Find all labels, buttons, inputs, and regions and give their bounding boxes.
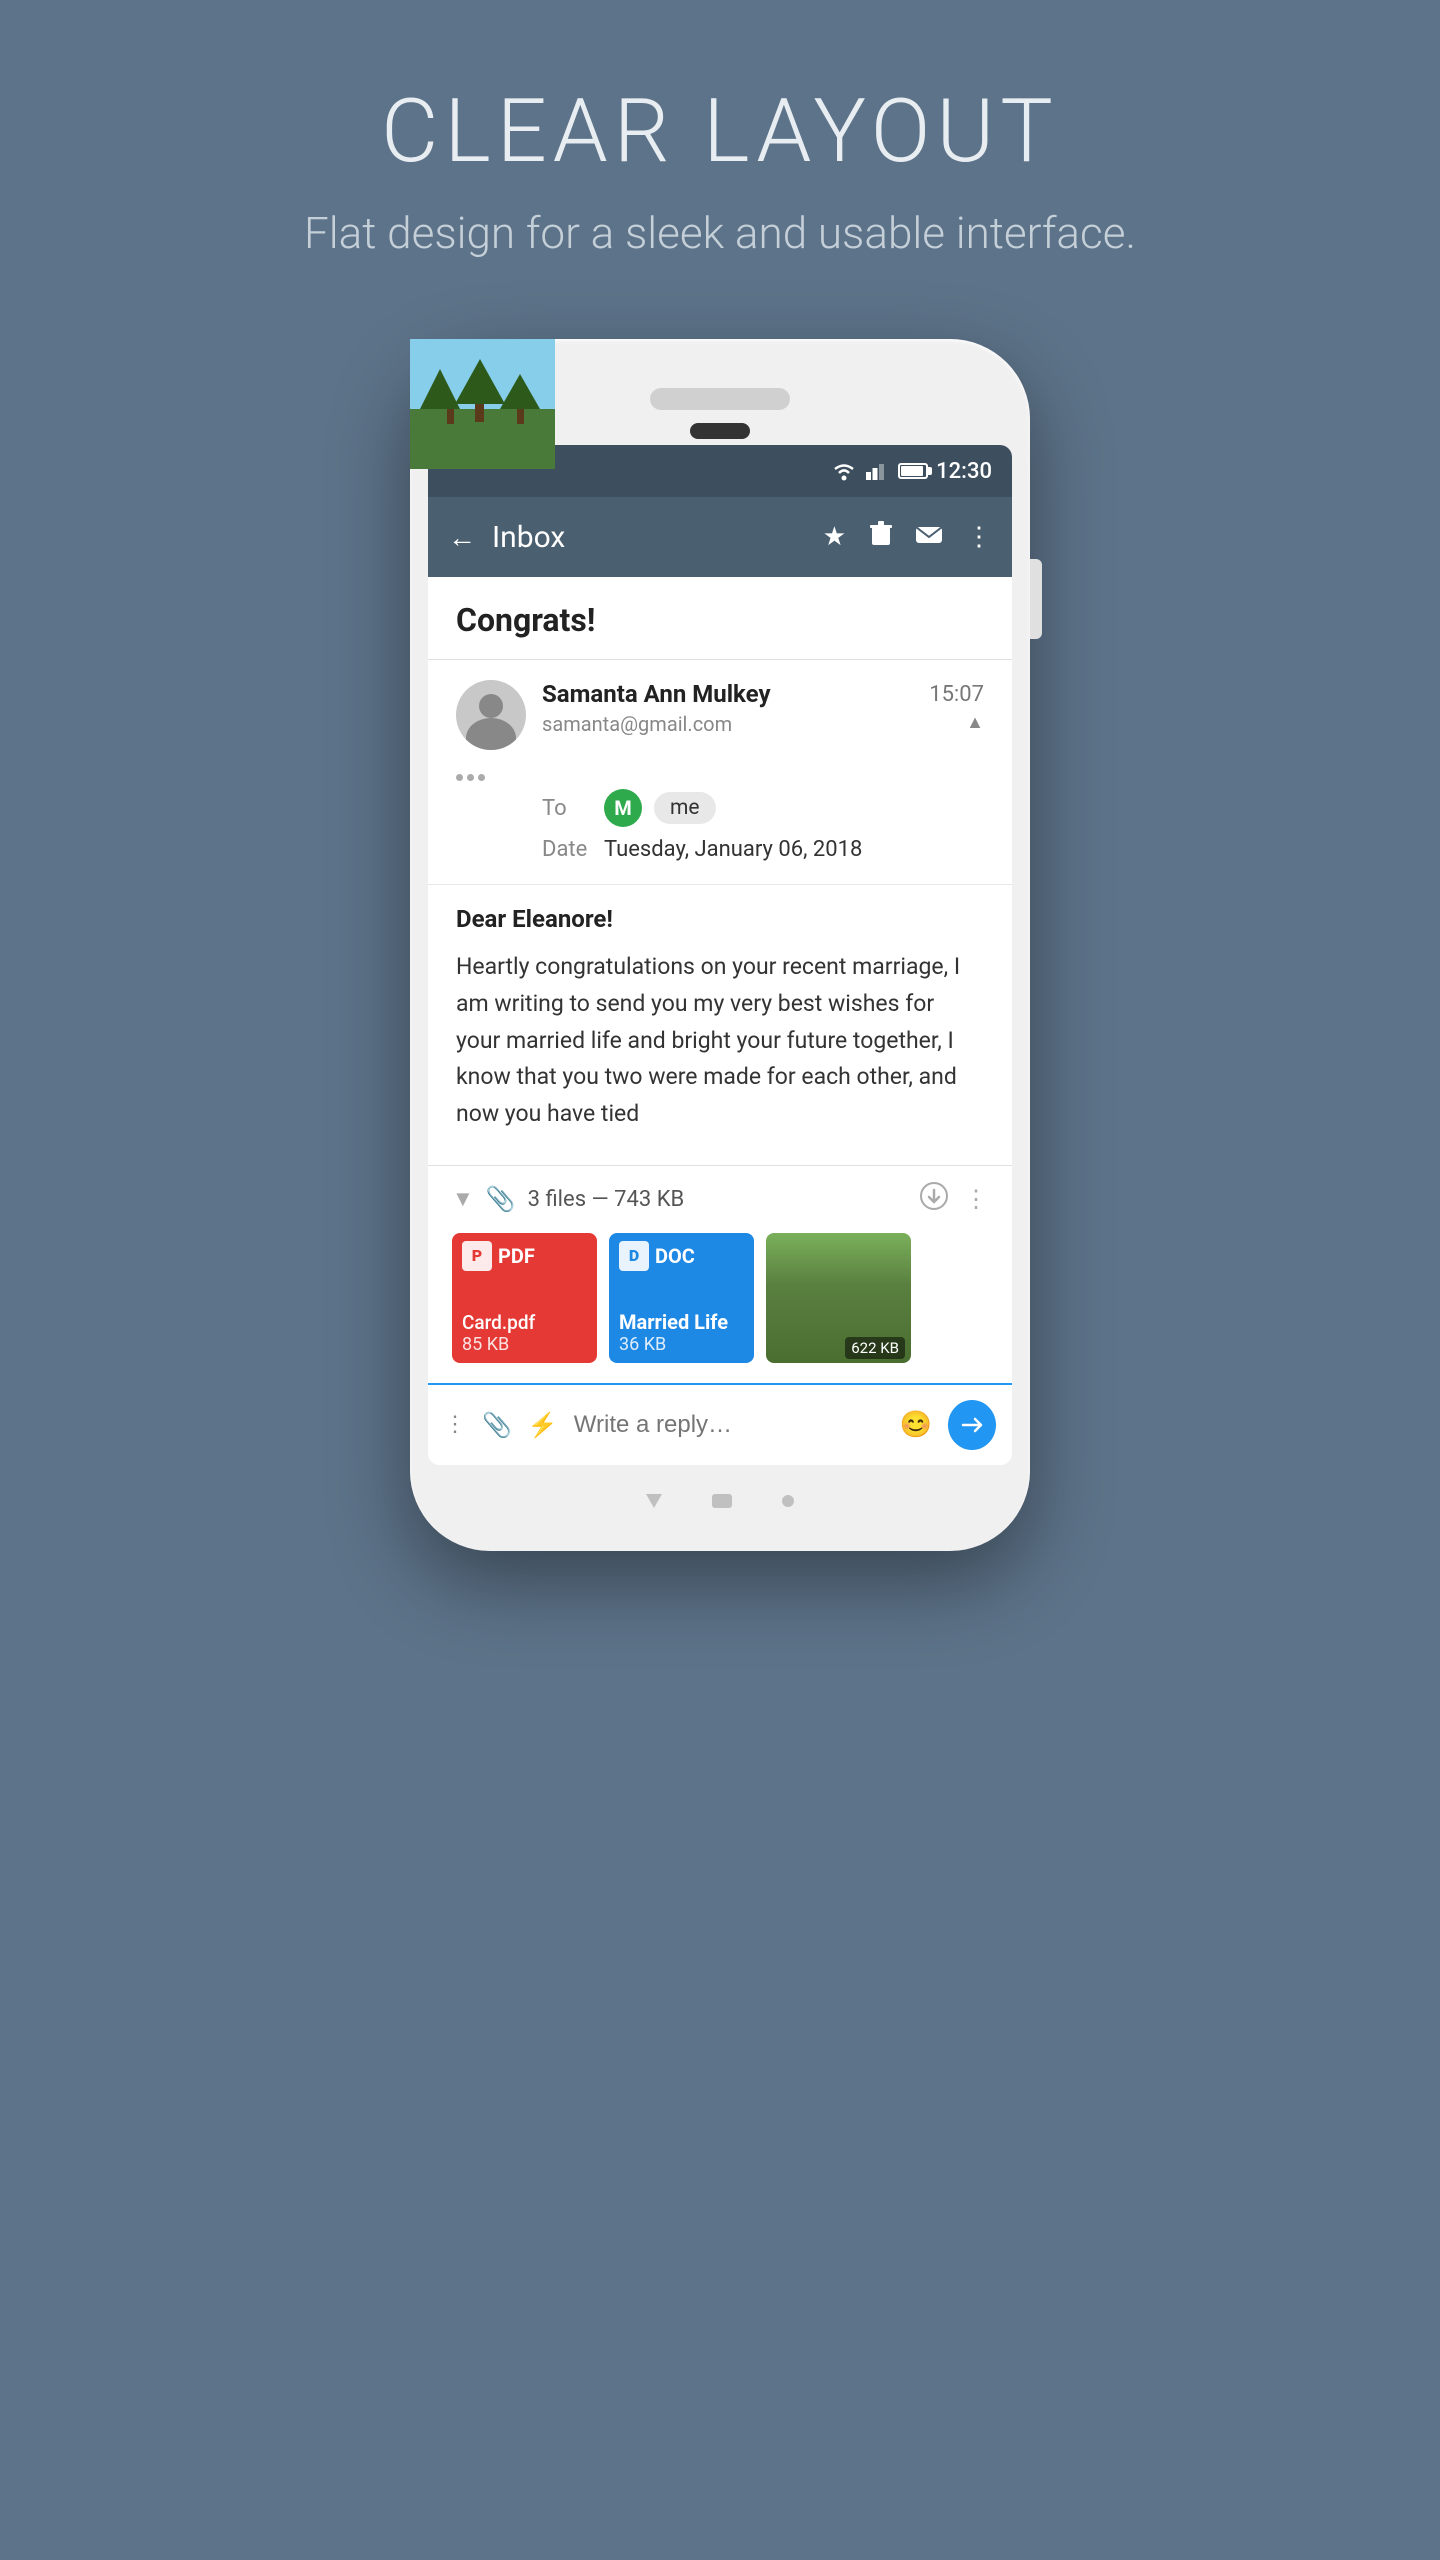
doc-size: 36 KB xyxy=(619,1334,744,1355)
phone-side-button xyxy=(1030,559,1042,639)
attachment-pdf[interactable]: P PDF Card.pdf 85 KB xyxy=(452,1233,597,1363)
to-label: To xyxy=(542,796,592,821)
pdf-label: PDF xyxy=(498,1244,535,1268)
attachments-section: ▼ 📎 3 files — 743 KB ⋮ xyxy=(428,1165,1012,1383)
to-name: me xyxy=(654,792,716,824)
signal-icon xyxy=(866,462,890,480)
dot3 xyxy=(478,774,485,781)
phone-screen: 12:30 ← Inbox ★ xyxy=(428,445,1012,1465)
attachments-more-button[interactable]: ⋮ xyxy=(964,1185,988,1213)
doc-title: Married Life xyxy=(619,1310,744,1334)
dot2 xyxy=(467,774,474,781)
email-content: Congrats! Samanta Ann Mulkey 15:07 saman… xyxy=(428,577,1012,1165)
dot1 xyxy=(456,774,463,781)
sender-name-row: Samanta Ann Mulkey 15:07 xyxy=(542,680,984,708)
phone-earpiece xyxy=(690,423,750,439)
reply-quick-icon[interactable]: ⚡ xyxy=(528,1411,558,1439)
sender-avatar xyxy=(456,680,526,750)
pdf-filename: Card.pdf xyxy=(462,1311,587,1334)
nav-home[interactable] xyxy=(712,1494,732,1508)
sender-info: Samanta Ann Mulkey 15:07 samanta@gmail.c… xyxy=(542,680,984,736)
status-icons: 12:30 xyxy=(830,459,992,484)
to-badge: M xyxy=(604,789,642,827)
email-body-text: Heartly congratulations on your recent m… xyxy=(456,949,984,1133)
more-options-button[interactable]: ⋮ xyxy=(966,522,992,552)
star-button[interactable]: ★ xyxy=(823,522,846,552)
attachments-header: ▼ 📎 3 files — 743 KB ⋮ xyxy=(428,1166,1012,1233)
attachment-doc[interactable]: D DOC Married Life 36 KB xyxy=(609,1233,754,1363)
mark-read-button[interactable] xyxy=(916,522,942,552)
attachments-summary: 3 files — 743 KB xyxy=(528,1187,908,1212)
attach-actions: ⋮ xyxy=(920,1182,988,1217)
download-all-button[interactable] xyxy=(920,1182,948,1217)
reply-attach-icon[interactable]: 📎 xyxy=(482,1411,512,1439)
reply-bar: ⋮ 📎 ⚡ 😊 xyxy=(428,1383,1012,1465)
nav-recents[interactable] xyxy=(782,1495,794,1507)
email-body: Dear Eleanore! Heartly congratulations o… xyxy=(456,885,984,1149)
sender-name: Samanta Ann Mulkey xyxy=(542,680,771,708)
reply-send-button[interactable] xyxy=(948,1400,996,1450)
attachment-image[interactable]: 622 KB xyxy=(766,1233,911,1363)
app-bar: ← Inbox ★ xyxy=(428,497,1012,577)
pdf-icon: P xyxy=(462,1241,492,1271)
back-button[interactable]: ← xyxy=(448,521,476,554)
more-dots xyxy=(456,766,984,789)
reply-emoji-icon[interactable]: 😊 xyxy=(900,1410,932,1440)
email-meta: To M me Date Tuesday, January 06, 2018 xyxy=(542,789,984,884)
app-bar-actions: ★ ⋮ xyxy=(823,521,992,554)
image-size: 622 KB xyxy=(845,1337,905,1359)
date-row: Date Tuesday, January 06, 2018 xyxy=(542,837,984,862)
reply-input[interactable] xyxy=(574,1411,884,1439)
page-subtitle: Flat design for a sleek and usable inter… xyxy=(304,207,1136,259)
delete-button[interactable] xyxy=(870,521,892,554)
app-bar-title: Inbox xyxy=(492,520,807,555)
phone-frame: 12:30 ← Inbox ★ xyxy=(410,339,1030,1551)
doc-icon: D xyxy=(619,1241,649,1271)
sender-email: samanta@gmail.com xyxy=(542,712,732,736)
attachment-icon: 📎 xyxy=(486,1185,516,1213)
attachments-chevron[interactable]: ▼ xyxy=(452,1186,474,1212)
to-row: To M me xyxy=(542,789,984,827)
attachments-list: P PDF Card.pdf 85 KB xyxy=(428,1233,1012,1383)
reply-options-icon[interactable]: ⋮ xyxy=(444,1412,466,1437)
email-greeting: Dear Eleanore! xyxy=(456,905,984,933)
date-value: Tuesday, January 06, 2018 xyxy=(604,837,862,862)
page-background: CLEAR LAYOUT Flat design for a sleek and… xyxy=(0,0,1440,1551)
status-time: 12:30 xyxy=(936,459,992,484)
nav-back[interactable] xyxy=(646,1494,662,1508)
doc-label: DOC xyxy=(655,1244,695,1268)
page-title: CLEAR LAYOUT xyxy=(381,80,1059,183)
expand-icon[interactable]: ▲ xyxy=(966,712,984,733)
phone-bottom-bar xyxy=(428,1481,1012,1521)
email-subject: Congrats! xyxy=(456,601,984,639)
email-sender-row: Samanta Ann Mulkey 15:07 samanta@gmail.c… xyxy=(456,660,984,766)
date-label: Date xyxy=(542,837,592,862)
pdf-size: 85 KB xyxy=(462,1334,587,1355)
phone-speaker xyxy=(650,388,790,410)
battery-icon xyxy=(898,463,928,479)
wifi-icon xyxy=(830,461,858,481)
email-time: 15:07 xyxy=(929,682,984,707)
